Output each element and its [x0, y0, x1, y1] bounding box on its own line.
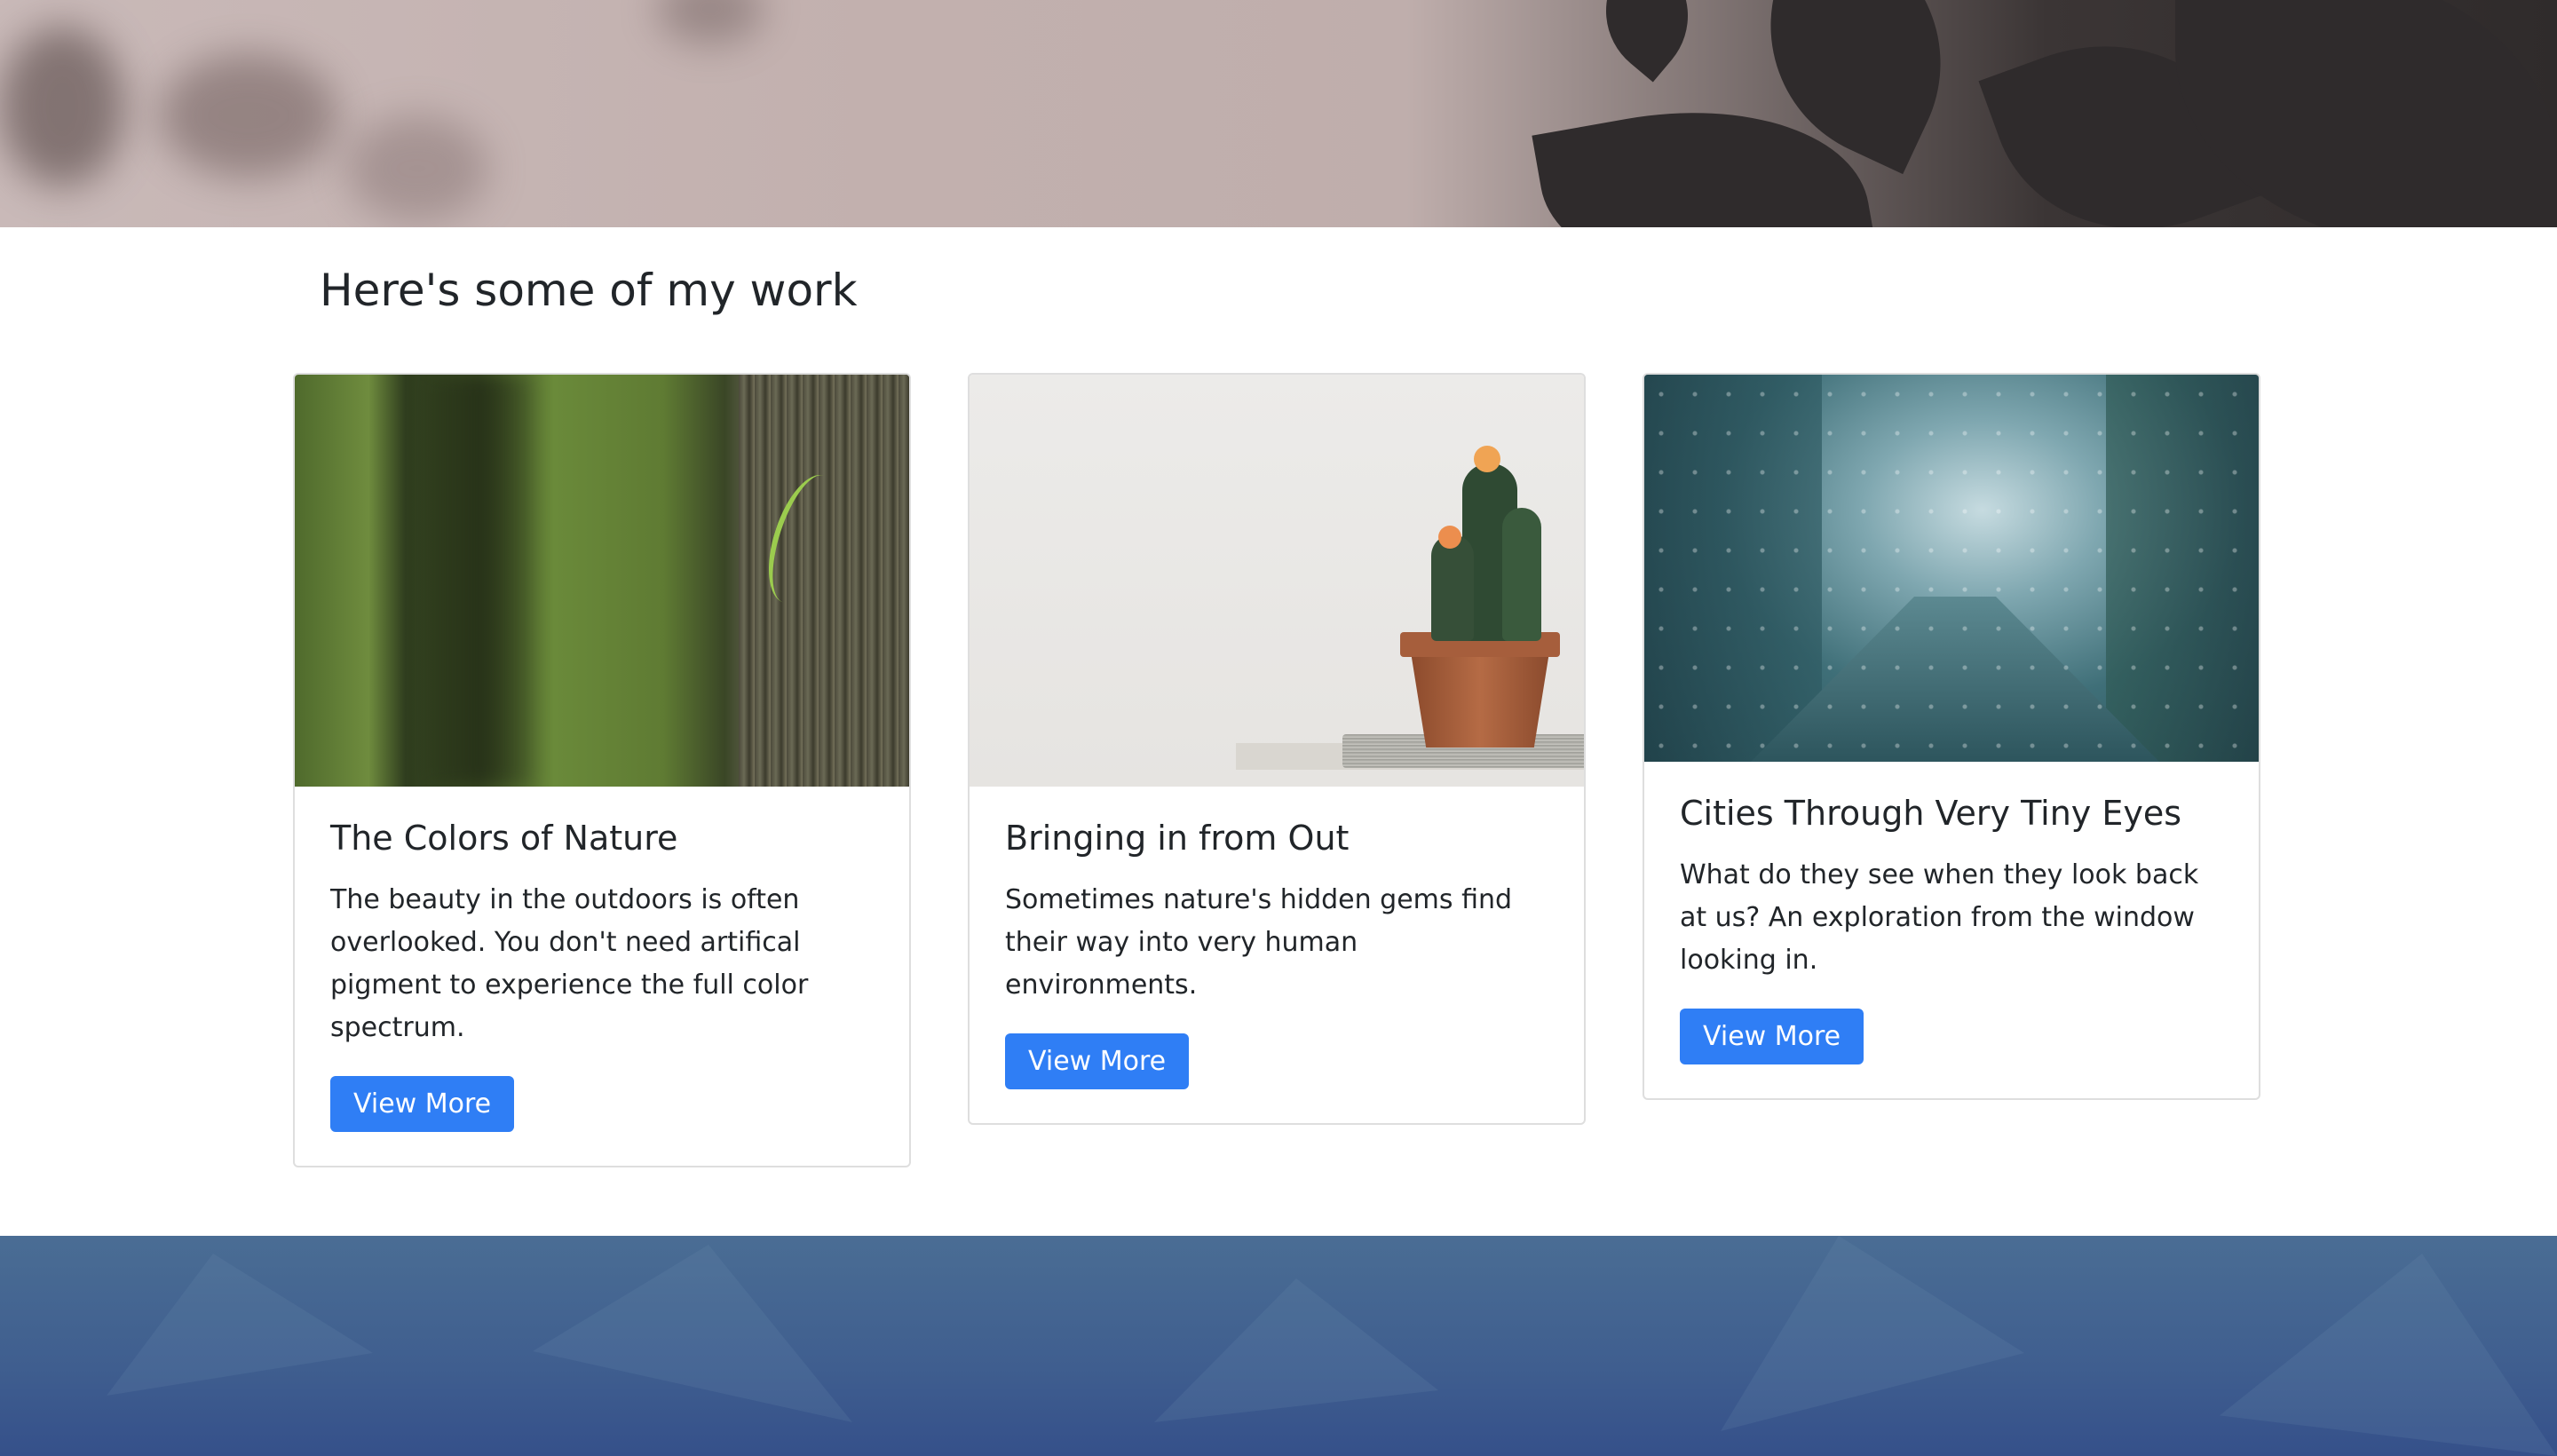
view-more-button[interactable]: View More [1005, 1033, 1190, 1089]
hero-banner-image [0, 0, 2557, 227]
card-title: Cities Through Very Tiny Eyes [1680, 794, 2182, 833]
section-title: Here's some of my work [320, 265, 858, 316]
card-text: Sometimes nature's hidden gems find thei… [1005, 883, 1513, 1001]
project-card: Bringing in from Out Sometimes nature's … [968, 373, 1586, 1125]
view-more-button[interactable]: View More [330, 1075, 515, 1132]
view-more-button[interactable]: View More [1680, 1008, 1864, 1064]
project-card: Cities Through Very Tiny Eyes What do th… [1643, 373, 2260, 1100]
card-text: The beauty in the outdoors is often over… [330, 883, 809, 1043]
potted-cactus-image [970, 375, 1584, 787]
forest-tree-image [295, 375, 909, 787]
project-card: The Colors of Nature The beauty in the o… [293, 373, 911, 1167]
card-title: Bringing in from Out [1005, 819, 1350, 858]
card-text: What do they see when they look back at … [1680, 859, 2199, 976]
card-title: The Colors of Nature [330, 819, 678, 858]
rainy-city-window-image [1644, 375, 2259, 762]
footer-background [0, 1236, 2557, 1456]
